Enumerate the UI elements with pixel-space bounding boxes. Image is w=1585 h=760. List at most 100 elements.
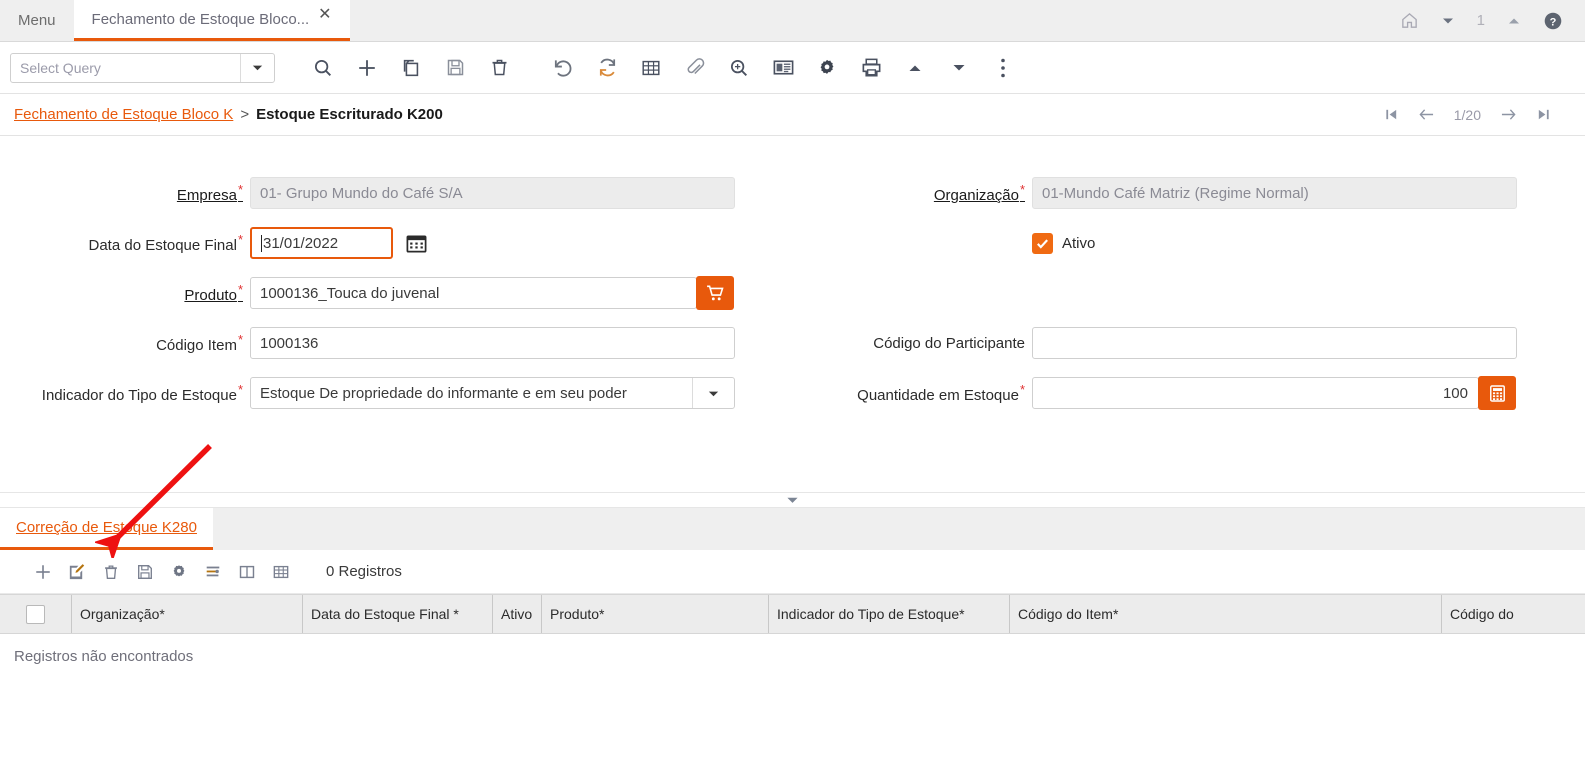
collapse-up-icon[interactable] xyxy=(1507,14,1521,28)
select-query-dropdown[interactable]: Select Query xyxy=(10,53,275,83)
grid-toggle-icon[interactable] xyxy=(629,49,673,87)
svg-text:?: ? xyxy=(1550,16,1557,28)
organizacao-input: 01-Mundo Café Matriz (Regime Normal) xyxy=(1032,177,1517,209)
next-record-icon[interactable] xyxy=(1500,107,1517,122)
codigo-participante-label: Código do Participante xyxy=(782,335,1032,352)
previous-record-icon[interactable] xyxy=(1418,107,1435,122)
delete-icon[interactable] xyxy=(477,49,521,87)
produto-label: Produto* xyxy=(0,282,250,304)
field-codigo-participante: Código do Participante xyxy=(782,318,1585,368)
tab-correcao-estoque-k280-label: Correção de Estoque K280 xyxy=(16,519,197,536)
grid-header-select-all[interactable] xyxy=(0,595,72,633)
more-options-icon[interactable] xyxy=(981,49,1025,87)
empresa-label: Empresa* xyxy=(0,182,250,204)
collapse-down-icon[interactable] xyxy=(1441,14,1455,28)
grid-header-cell[interactable]: Produto* xyxy=(542,595,769,633)
add-row-icon[interactable] xyxy=(28,558,57,586)
data-estoque-final-label: Data do Estoque Final* xyxy=(0,232,250,254)
field-organizacao: Organização* 01-Mundo Café Matriz (Regim… xyxy=(782,168,1585,218)
last-record-icon[interactable] xyxy=(1536,107,1551,122)
field-quantidade-estoque: Quantidade em Estoque* 100 xyxy=(782,368,1585,418)
grid-toolbar: 0 Registros xyxy=(0,550,1585,594)
document-tab[interactable]: Fechamento de Estoque Bloco... ✕ xyxy=(74,0,350,41)
indicador-tipo-estoque-dropdown[interactable]: Estoque De propriedade do informante e e… xyxy=(250,377,735,409)
help-icon[interactable]: ? xyxy=(1543,11,1563,31)
codigo-item-label: Código Item* xyxy=(0,332,250,354)
record-position: 1/20 xyxy=(1454,107,1481,123)
required-marker: * xyxy=(238,232,243,247)
product-lookup-button[interactable] xyxy=(696,276,734,310)
calendar-icon[interactable] xyxy=(401,228,431,258)
calculator-button[interactable] xyxy=(1478,376,1516,410)
save-row-icon[interactable] xyxy=(130,558,159,586)
record-navigation: 1/20 xyxy=(1384,107,1571,123)
report-icon[interactable] xyxy=(761,49,805,87)
breadcrumb-current: Estoque Escriturado K200 xyxy=(256,106,443,123)
edit-row-icon[interactable] xyxy=(62,558,91,586)
close-icon[interactable]: ✕ xyxy=(318,7,331,23)
menu-tab[interactable]: Menu xyxy=(0,0,74,41)
grid-header-cell[interactable]: Indicador do Tipo de Estoque* xyxy=(769,595,1010,633)
save-icon[interactable] xyxy=(433,49,477,87)
home-icon[interactable] xyxy=(1400,11,1419,30)
ativo-label: Ativo xyxy=(1062,235,1095,252)
expand-down-icon[interactable] xyxy=(937,49,981,87)
filter-icon[interactable] xyxy=(198,558,227,586)
collapse-up-icon[interactable] xyxy=(893,49,937,87)
breadcrumb: Fechamento de Estoque Bloco K > Estoque … xyxy=(0,94,1585,136)
grid-record-count: 0 Registros xyxy=(326,563,402,580)
window-tab-bar-actions: 1 ? xyxy=(1400,0,1585,41)
ativo-checkbox[interactable] xyxy=(1032,233,1053,254)
grid-header-cell[interactable]: Código do Item* xyxy=(1010,595,1442,633)
codigo-item-input[interactable]: 1000136 xyxy=(250,327,735,359)
copy-icon[interactable] xyxy=(389,49,433,87)
document-tab-label: Fechamento de Estoque Bloco... xyxy=(92,11,310,28)
window-tab-bar: Menu Fechamento de Estoque Bloco... ✕ 1 … xyxy=(0,0,1585,42)
required-marker: * xyxy=(238,182,243,197)
settings-icon[interactable] xyxy=(164,558,193,586)
toolbar-icon-group xyxy=(301,49,1025,87)
organizacao-label: Organização* xyxy=(782,182,1032,204)
form-left-column: Empresa* 01- Grupo Mundo do Café S/A Dat… xyxy=(0,136,782,418)
field-indicador-tipo-estoque: Indicador do Tipo de Estoque* Estoque De… xyxy=(0,368,782,418)
zoom-in-icon[interactable] xyxy=(717,49,761,87)
grid-footer-spacer xyxy=(0,678,1585,706)
data-estoque-final-input[interactable]: 31/01/2022 xyxy=(250,227,393,259)
columns-icon[interactable] xyxy=(232,558,261,586)
grid-header-cell[interactable]: Data do Estoque Final * xyxy=(303,595,493,633)
grid-header-cell[interactable]: Ativo xyxy=(493,595,542,633)
codigo-participante-input[interactable] xyxy=(1032,327,1517,359)
select-query-value: Select Query xyxy=(11,54,240,82)
grid-view-icon[interactable] xyxy=(266,558,295,586)
undo-icon[interactable] xyxy=(541,49,585,87)
search-icon[interactable] xyxy=(301,49,345,87)
settings-icon[interactable] xyxy=(805,49,849,87)
text-caret xyxy=(261,235,262,252)
delete-row-icon[interactable] xyxy=(96,558,125,586)
produto-input[interactable]: 1000136_Touca do juvenal xyxy=(250,277,697,309)
chevron-down-icon xyxy=(786,496,799,505)
indicador-tipo-estoque-label: Indicador do Tipo de Estoque* xyxy=(0,382,250,404)
breadcrumb-parent-link[interactable]: Fechamento de Estoque Bloco K xyxy=(14,106,233,123)
grid-header-cell[interactable]: Organização* xyxy=(72,595,303,633)
field-codigo-item: Código Item* 1000136 xyxy=(0,318,782,368)
print-icon[interactable] xyxy=(849,49,893,87)
section-collapse-toggle[interactable] xyxy=(0,492,1585,508)
breadcrumb-separator: > xyxy=(240,106,249,123)
add-icon[interactable] xyxy=(345,49,389,87)
grid-header-cell[interactable]: Código do xyxy=(1442,595,1585,633)
select-all-checkbox[interactable] xyxy=(26,605,45,624)
tab-correcao-estoque-k280[interactable]: Correção de Estoque K280 xyxy=(0,508,213,550)
quantidade-estoque-input[interactable]: 100 xyxy=(1032,377,1479,409)
field-right-spacer xyxy=(782,268,1585,318)
quantidade-estoque-label: Quantidade em Estoque* xyxy=(782,382,1032,404)
indicador-tipo-estoque-value: Estoque De propriedade do informante e e… xyxy=(251,378,692,408)
attachment-icon[interactable] xyxy=(673,49,717,87)
grid-header-row: Organização* Data do Estoque Final * Ati… xyxy=(0,594,1585,634)
refresh-icon[interactable] xyxy=(585,49,629,87)
application-window: Menu Fechamento de Estoque Bloco... ✕ 1 … xyxy=(0,0,1585,760)
first-record-icon[interactable] xyxy=(1384,107,1399,122)
field-produto: Produto* 1000136_Touca do juvenal xyxy=(0,268,782,318)
required-marker: * xyxy=(1020,182,1025,197)
required-marker: * xyxy=(238,382,243,397)
